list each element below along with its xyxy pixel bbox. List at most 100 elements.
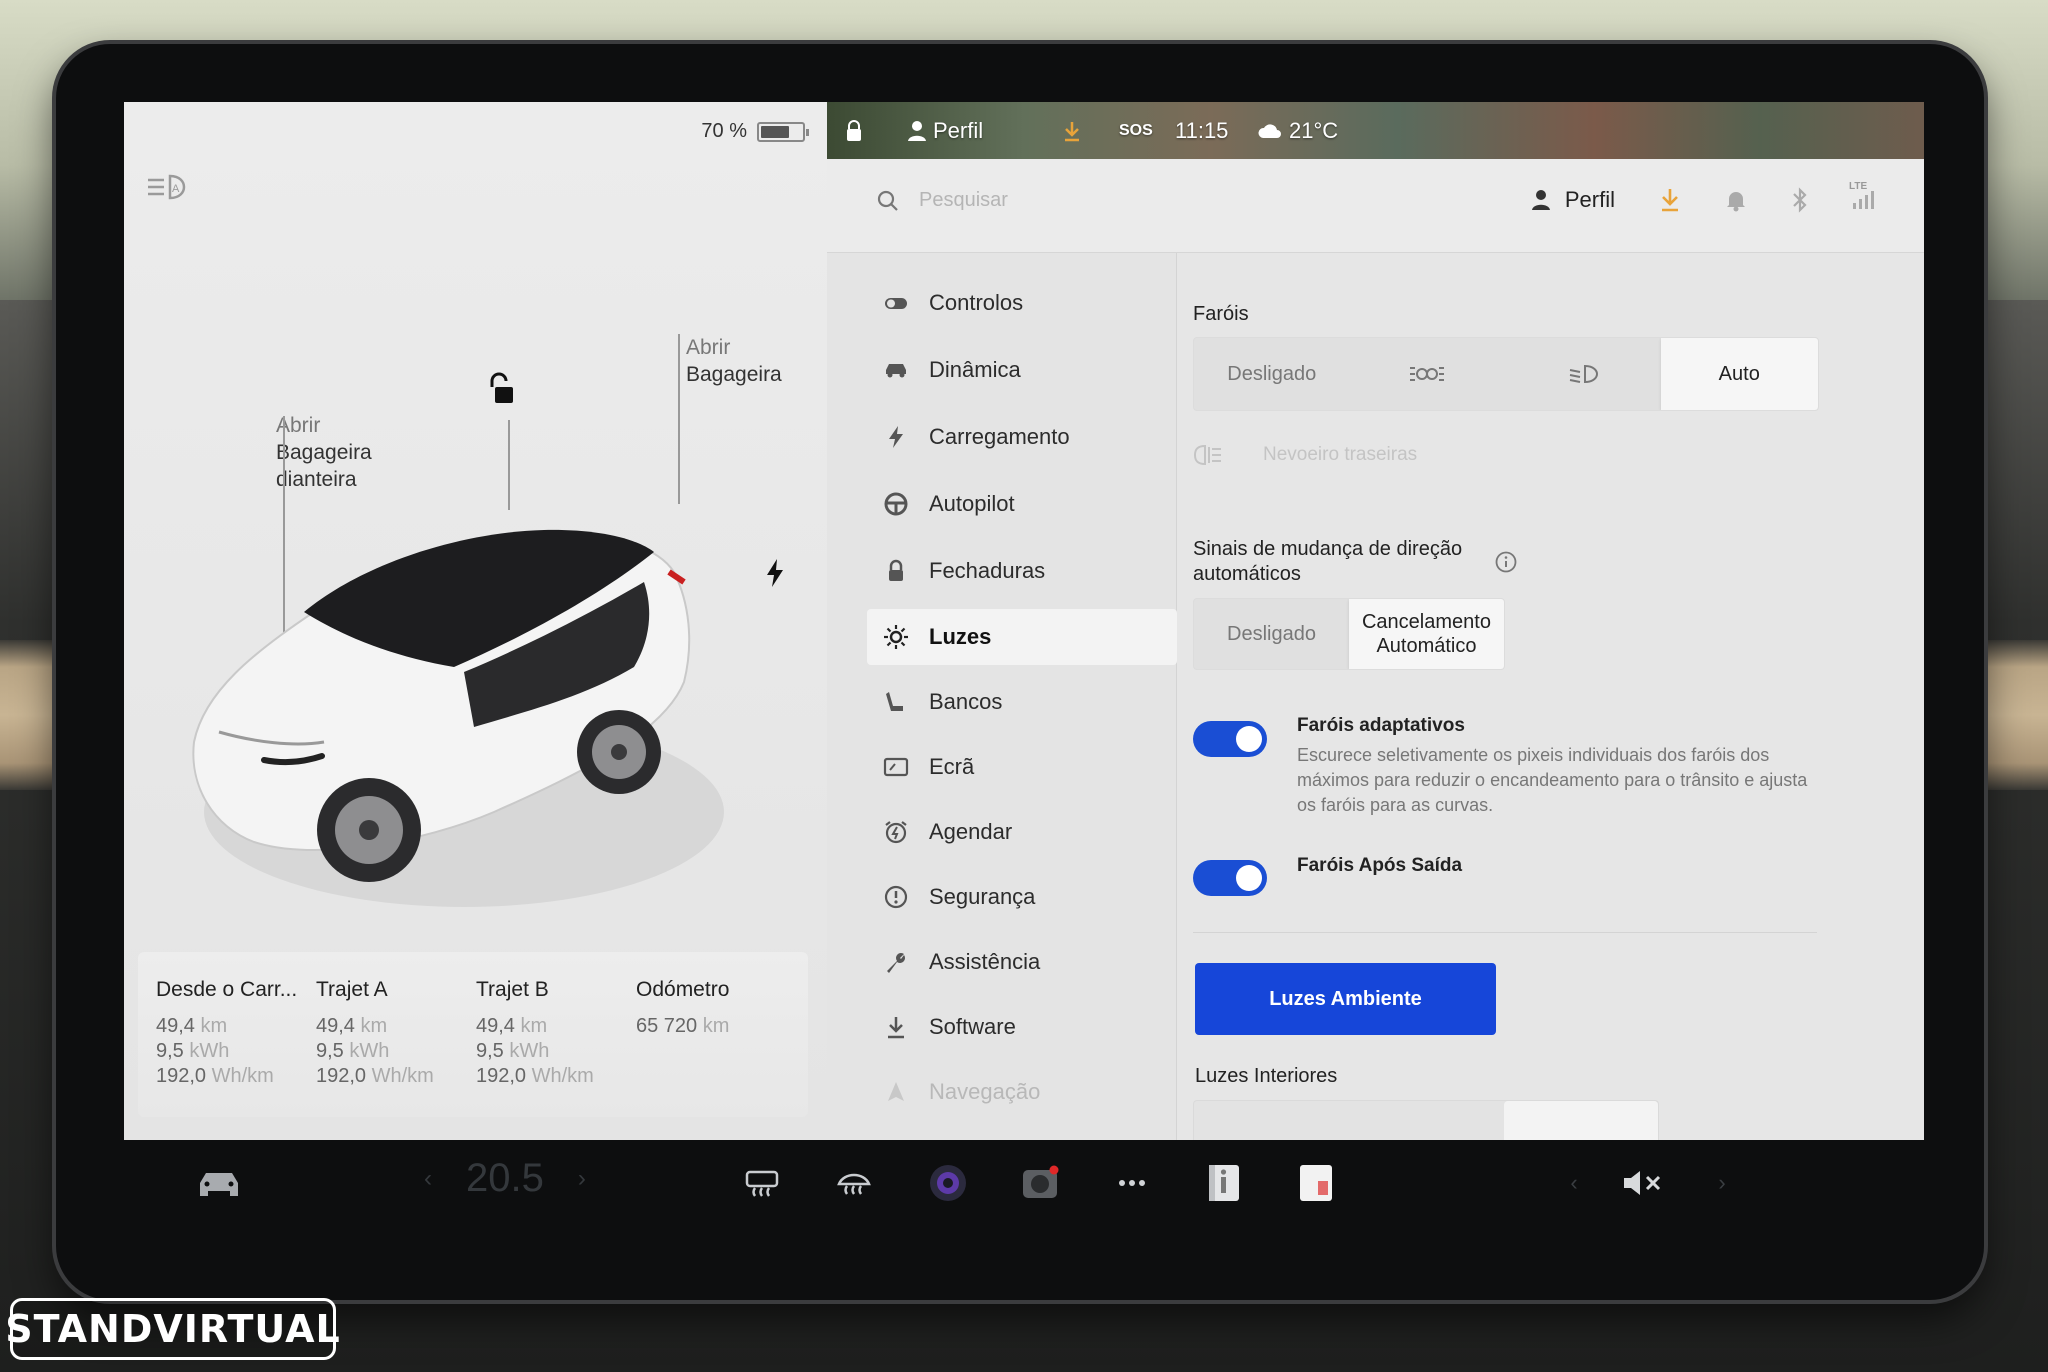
- unlocked-icon[interactable]: [486, 372, 516, 406]
- turn-signals-title: Sinais de mudança de direção automáticos: [1193, 538, 1463, 585]
- menu-label: Fechaduras: [929, 558, 1046, 583]
- adaptive-headlights-label: Faróis adaptativos: [1297, 715, 1465, 736]
- weather: 21°C: [1257, 118, 1338, 144]
- rear-fog-row[interactable]: Nevoeiro traseiras: [1193, 443, 1417, 467]
- trip-efficiency: 192,0 Wh/km: [156, 1065, 274, 1087]
- menu-item-dinamica[interactable]: Dinâmica: [867, 342, 1177, 398]
- prev-chevron[interactable]: ‹: [1554, 1160, 1594, 1206]
- menu-item-fechaduras[interactable]: Fechaduras: [867, 543, 1177, 599]
- turn-signals-auto-option[interactable]: Cancelamento Automático: [1348, 599, 1504, 669]
- trip-energy: 9,5 kWh: [316, 1040, 390, 1062]
- trip-distance: 49,4 km: [156, 1015, 228, 1037]
- front-defrost-icon[interactable]: [834, 1160, 874, 1206]
- auto-headlight-icon[interactable]: A: [146, 172, 186, 202]
- info-icon[interactable]: [1495, 551, 1517, 573]
- interior-lights-selector[interactable]: [1193, 1100, 1659, 1140]
- menu-label: Luzes: [929, 624, 992, 649]
- calendar-icon[interactable]: [1294, 1160, 1338, 1206]
- section-divider: [1193, 932, 1817, 933]
- adaptive-headlights-toggle[interactable]: [1193, 721, 1267, 757]
- menu-label: Autopilot: [929, 491, 1015, 516]
- trip-title: Trajet A: [316, 978, 388, 1001]
- trip-distance: 49,4 km: [476, 1015, 548, 1037]
- headlights-selector: Desligado Auto: [1193, 337, 1819, 411]
- rear-defrost-icon[interactable]: [742, 1160, 782, 1206]
- touchscreen: 70 % A Abrir Bagageira dianteira Abrir B…: [124, 102, 1924, 1140]
- alarm-clock-icon: [885, 821, 907, 844]
- volume-mute-icon[interactable]: [1618, 1160, 1668, 1206]
- map-profile[interactable]: Perfil: [907, 118, 983, 144]
- headlights-after-exit-toggle[interactable]: [1193, 860, 1267, 896]
- menu-item-seguranca[interactable]: Segurança: [867, 869, 1177, 925]
- search-icon: [877, 190, 898, 211]
- manual-icon[interactable]: [1202, 1160, 1246, 1206]
- headlights-off-option[interactable]: Desligado: [1194, 338, 1350, 410]
- headlights-auto-option[interactable]: Auto: [1660, 338, 1818, 410]
- trip-col-b[interactable]: Trajet B 49,4 km 9,5 kWh 192,0 Wh/km: [476, 978, 636, 1117]
- taskbar: ‹ 20.5 › ‹ ›: [124, 1140, 1924, 1230]
- low-beam-option[interactable]: [1505, 338, 1661, 410]
- low-beam-icon: [1569, 364, 1598, 384]
- menu-label: Segurança: [929, 884, 1036, 909]
- alert-circle-icon: [884, 885, 908, 909]
- next-chevron[interactable]: ›: [1702, 1160, 1742, 1206]
- clock: 11:15: [1175, 117, 1229, 143]
- more-icon[interactable]: [1110, 1160, 1154, 1206]
- battery-status: 70 %: [701, 120, 809, 143]
- turn-signals-selector: Desligado Cancelamento Automático: [1193, 598, 1505, 670]
- menu-item-controlos[interactable]: Controlos: [867, 275, 1177, 331]
- lights-settings: Faróis Desligado Auto Nevoeiro traseiras…: [1177, 253, 1924, 1140]
- vehicle-panel: 70 % A Abrir Bagageira dianteira Abrir B…: [124, 102, 827, 1140]
- notification-bell-icon[interactable]: [1725, 188, 1747, 212]
- menu-item-carregamento[interactable]: Carregamento: [867, 409, 1177, 465]
- parking-lights-icon: [1410, 367, 1445, 381]
- turn-signals-off-option[interactable]: Desligado: [1194, 599, 1349, 669]
- menu-item-luzes[interactable]: Luzes: [867, 609, 1177, 665]
- trip-title: Trajet B: [476, 978, 549, 1001]
- temp-down-button[interactable]: ‹: [424, 1165, 432, 1193]
- menu-item-agendar[interactable]: Agendar: [867, 804, 1177, 860]
- rear-fog-icon: [1193, 444, 1221, 466]
- trip-col-odometer: Odómetro 65 720 km: [636, 978, 796, 1117]
- adaptive-headlights-desc: Escurece seletivamente os pixeis individ…: [1297, 745, 1808, 815]
- parking-lights-option[interactable]: [1350, 338, 1506, 410]
- car-icon[interactable]: [194, 1160, 244, 1206]
- sos-indicator[interactable]: SOS: [1119, 122, 1153, 140]
- ambient-lights-button[interactable]: Luzes Ambiente: [1195, 963, 1496, 1035]
- headlights-title: Faróis: [1193, 303, 1249, 325]
- search-input[interactable]: Pesquisar: [877, 189, 1008, 212]
- battery-percent: 70 %: [701, 120, 747, 142]
- trip-efficiency: 192,0 Wh/km: [476, 1065, 594, 1087]
- trip-col-a[interactable]: Trajet A 49,4 km 9,5 kWh 192,0 Wh/km: [316, 978, 476, 1117]
- trip-col-since-charge[interactable]: Desde o Carr... 49,4 km 9,5 kWh 192,0 Wh…: [156, 978, 316, 1117]
- menu-item-software[interactable]: Software: [867, 999, 1177, 1055]
- temp-up-button[interactable]: ›: [578, 1165, 586, 1193]
- open-rear-trunk-button[interactable]: Abrir Bagageira: [686, 334, 782, 388]
- headlights-after-exit-label: Faróis Após Saída: [1297, 855, 1463, 876]
- battery-icon: [757, 121, 809, 142]
- menu-item-bancos[interactable]: Bancos: [867, 674, 1177, 730]
- top-bar: Pesquisar Perfil LTE: [827, 159, 1924, 253]
- wrench-icon: [887, 953, 905, 973]
- profile-button[interactable]: Perfil: [1531, 187, 1615, 213]
- menu-item-ecra[interactable]: Ecrã: [867, 739, 1177, 795]
- menu-label: Agendar: [929, 819, 1013, 844]
- rear-trunk-line1: Abrir: [686, 336, 731, 359]
- rear-trunk-line2: Bagageira: [686, 363, 782, 386]
- search-placeholder: Pesquisar: [919, 189, 1008, 211]
- menu-item-assistencia[interactable]: Assistência: [867, 934, 1177, 990]
- steering-wheel-icon: [884, 492, 908, 516]
- software-update-icon[interactable]: [1659, 187, 1681, 213]
- menu-label: Navegação: [929, 1079, 1041, 1104]
- menu-item-navegacao[interactable]: Navegação: [867, 1064, 1177, 1120]
- menu-item-autopilot[interactable]: Autopilot: [867, 476, 1177, 532]
- temperature-value[interactable]: 20.5: [466, 1156, 544, 1201]
- temperature-control: ‹ 20.5 ›: [424, 1156, 586, 1201]
- camera-app-icon[interactable]: [926, 1160, 970, 1206]
- profile-label: Perfil: [1564, 187, 1615, 212]
- menu-label: Bancos: [929, 689, 1003, 714]
- download-icon: [888, 1017, 904, 1039]
- dashcam-icon[interactable]: [1018, 1160, 1062, 1206]
- trip-energy: 9,5 kWh: [476, 1040, 550, 1062]
- bluetooth-icon[interactable]: [1791, 187, 1809, 213]
